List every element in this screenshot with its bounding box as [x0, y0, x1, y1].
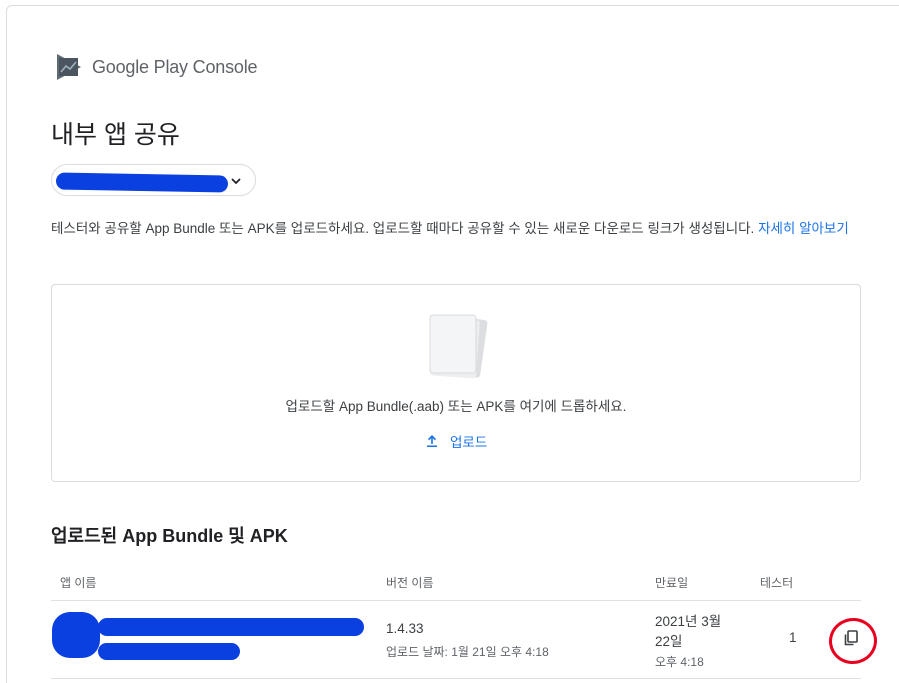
brand-name: Google Play Console [92, 56, 258, 77]
play-console-logo-icon [57, 54, 81, 80]
redacted-app-title [98, 618, 364, 636]
document-stack-icon [429, 314, 488, 379]
learn-more-link[interactable]: 자세히 알아보기 [758, 221, 849, 236]
expiry-date-line2: 22일 [655, 634, 683, 649]
column-header-app-name: 앱 이름 [60, 576, 97, 590]
version-name: 1.4.33 [386, 621, 424, 636]
upload-button[interactable]: 업로드 [424, 431, 487, 451]
chevron-down-icon [231, 178, 241, 185]
column-header-testers: 테스터 [760, 576, 794, 590]
app-selector[interactable] [51, 164, 256, 196]
uploads-section-title: 업로드된 App Bundle 및 APK [51, 526, 288, 546]
upload-date: 업로드 날짜: 1월 21일 오후 4:18 [386, 645, 549, 659]
upload-dropzone[interactable]: 업로드할 App Bundle(.aab) 또는 APK를 여기에 드롭하세요.… [51, 284, 861, 482]
redacted-app-subtitle [98, 643, 240, 660]
page-description: 테스터와 공유할 App Bundle 또는 APK를 업로드하세요. 업로드할… [51, 218, 861, 239]
copy-link-button[interactable] [838, 625, 864, 651]
upload-label: 업로드 [450, 435, 488, 450]
copy-icon [844, 630, 858, 646]
description-text: 테스터와 공유할 App Bundle 또는 APK를 업로드하세요. 업로드할… [51, 221, 755, 236]
redacted-app-icon [52, 612, 100, 658]
expiry-time: 오후 4:18 [655, 655, 704, 669]
tester-count: 1 [789, 630, 797, 645]
upload-icon [427, 435, 437, 447]
table-header-divider [51, 600, 861, 601]
table-row-divider [51, 678, 861, 679]
expiry-date-line1: 2021년 3월 [655, 614, 722, 629]
brand-logo: Google Play Console [56, 52, 258, 82]
redacted-app-name [55, 172, 229, 193]
column-header-expiry: 만료일 [655, 576, 689, 590]
dropzone-text: 업로드할 App Bundle(.aab) 또는 APK를 여기에 드롭하세요. [285, 399, 627, 414]
page-title: 내부 앱 공유 [51, 121, 180, 149]
column-header-version: 버전 이름 [386, 576, 434, 590]
